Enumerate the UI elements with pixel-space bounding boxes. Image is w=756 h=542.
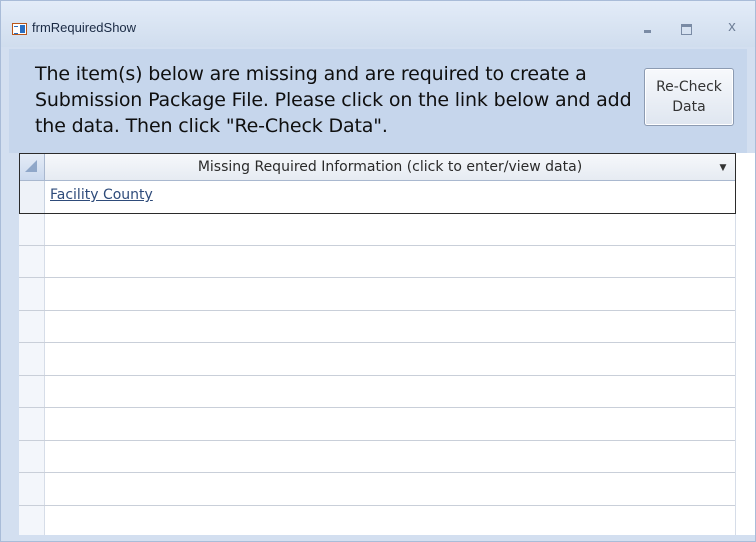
missing-info-datasheet: Missing Required Information (click to e… [19, 153, 736, 214]
title-bar: frmRequiredShow x [1, 1, 755, 47]
window-title: frmRequiredShow [32, 20, 137, 35]
grid-line [19, 440, 735, 441]
facility-county-link[interactable]: Facility County [50, 187, 153, 203]
recheck-button-label-line2: Data [672, 99, 706, 115]
grid-line [19, 407, 735, 408]
recheck-button-label-line1: Re-Check [656, 79, 722, 95]
select-all-corner[interactable] [20, 154, 45, 181]
instruction-message: The item(s) below are missing and are re… [35, 63, 632, 137]
grid-line [19, 342, 735, 343]
grid-line [19, 310, 735, 311]
form-icon [12, 23, 27, 35]
grid-line [19, 505, 735, 506]
minimize-button[interactable] [637, 17, 659, 37]
record-selector[interactable] [20, 181, 45, 213]
column-header[interactable]: Missing Required Information (click to e… [45, 154, 735, 181]
grid-line [19, 472, 735, 473]
recheck-data-button[interactable]: Re-Check Data [644, 68, 734, 126]
grid-line [19, 245, 735, 246]
grid-line [19, 375, 735, 376]
maximize-button[interactable] [675, 17, 697, 37]
form-window: frmRequiredShow x The item(s) below are … [0, 0, 756, 542]
close-button[interactable]: x [721, 17, 743, 37]
chevron-down-icon[interactable]: ▼ [713, 154, 733, 181]
grid-line [19, 277, 735, 278]
